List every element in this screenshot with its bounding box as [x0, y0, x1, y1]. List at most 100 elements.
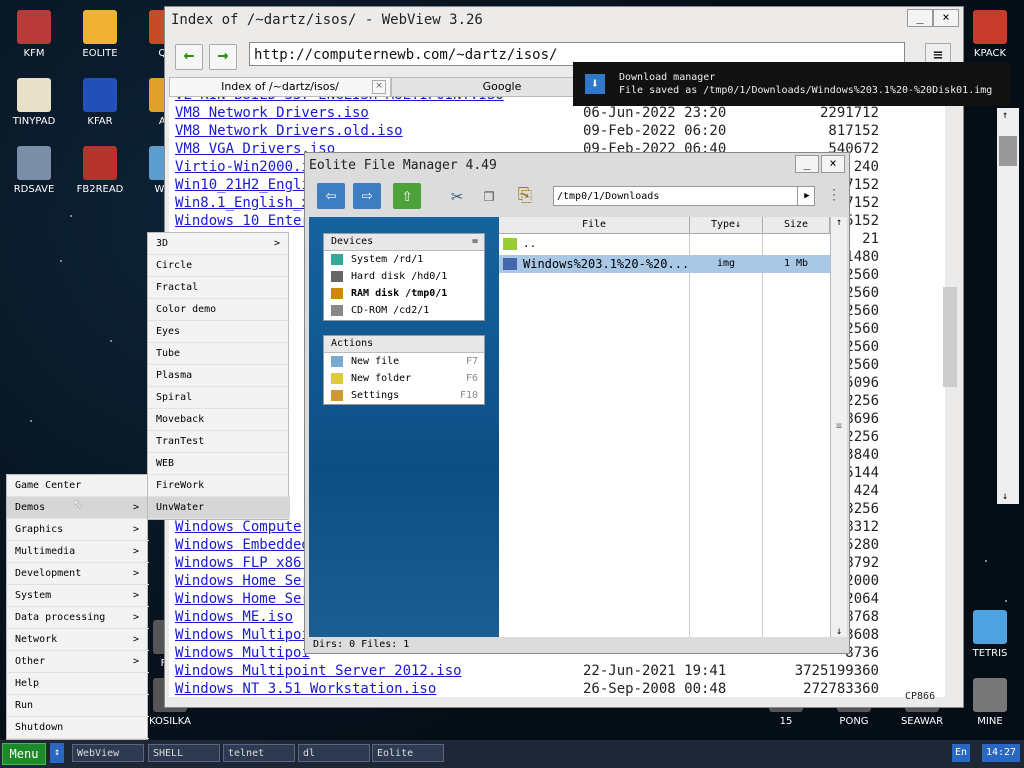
column-file[interactable]: File [499, 217, 690, 234]
file-link[interactable]: Windows Compute [175, 519, 301, 535]
copy-button[interactable]: ❐ [475, 183, 503, 209]
eolite-forward-button[interactable]: ⇨ [353, 183, 381, 209]
taskbar-button[interactable]: WebView [72, 744, 144, 762]
right-scrollbar-thumb[interactable] [999, 136, 1017, 166]
scroll-down-icon[interactable]: ↓ [831, 626, 847, 637]
action-item[interactable]: New file F7 [324, 353, 484, 370]
swap-icon[interactable]: ↕ [50, 743, 64, 763]
action-item[interactable]: New folder F6 [324, 370, 484, 387]
desktop-icon[interactable]: KFAR [66, 78, 134, 127]
collapse-icon[interactable]: = [472, 234, 478, 250]
action-item[interactable]: Settings F10 [324, 387, 484, 404]
download-notification[interactable]: ⬇ Download manager File saved as /tmp0/1… [573, 62, 1011, 106]
more-options-icon[interactable]: ⋮ [827, 187, 841, 203]
cut-button[interactable]: ✂ [443, 183, 471, 209]
desktop-icon[interactable]: TINYPAD [0, 78, 68, 127]
menu-item[interactable]: Tube [148, 343, 290, 365]
menu-item[interactable]: Plasma [148, 365, 290, 387]
menu-button[interactable]: Menu [2, 743, 46, 765]
file-link[interactable]: Windows Home Ser [175, 591, 310, 607]
scroll-down-icon[interactable]: ↓ [1002, 491, 1008, 502]
column-type[interactable]: Type↓ [690, 217, 763, 234]
scroll-up-icon[interactable]: ↑ [1002, 110, 1008, 121]
menu-item[interactable]: Development > [7, 563, 149, 585]
column-size[interactable]: Size [763, 217, 830, 234]
file-link[interactable]: Windows Multipoint Server 2012.iso [175, 663, 462, 679]
desktop-icon[interactable]: TETRIS [956, 610, 1024, 659]
menu-item[interactable]: Run [7, 695, 149, 717]
menu-item[interactable]: Eyes [148, 321, 290, 343]
file-row[interactable]: .. [499, 235, 830, 253]
menu-item[interactable]: Shutdown [7, 717, 149, 739]
right-scrollbar[interactable]: ↑ ↓ [997, 108, 1019, 504]
desktop-icon[interactable]: FB2READ [66, 146, 134, 195]
device-item[interactable]: System /rd/1 [324, 251, 484, 268]
webview-minimize-button[interactable]: _ [907, 9, 933, 27]
desktop-icon[interactable]: MINE [956, 678, 1024, 727]
file-link[interactable]: Windows Multipoi [175, 645, 310, 661]
path-go-icon[interactable]: ▶ [797, 187, 816, 205]
eolite-up-button[interactable]: ⇧ [393, 183, 421, 209]
menu-item[interactable]: Graphics > [7, 519, 149, 541]
eolite-minimize-button[interactable]: _ [795, 155, 819, 173]
webview-scrollbar-thumb[interactable] [943, 287, 957, 387]
file-link[interactable]: Windows NT 3.51 Workstation.iso [175, 681, 436, 697]
file-link[interactable]: Win8.1_English_x [175, 195, 310, 211]
taskbar-button[interactable]: SHELL [148, 744, 220, 762]
encoding-label[interactable]: CP866 [905, 691, 935, 702]
menu-item[interactable]: TranTest [148, 431, 290, 453]
menu-item[interactable]: Data processing > [7, 607, 149, 629]
menu-item[interactable]: Spiral [148, 387, 290, 409]
file-link[interactable]: VM8 Network Drivers.iso [175, 105, 369, 121]
menu-item[interactable]: System > [7, 585, 149, 607]
language-indicator[interactable]: En [952, 744, 970, 762]
menu-item[interactable]: Multimedia > [7, 541, 149, 563]
desktop-icon[interactable]: RDSAVE [0, 146, 68, 195]
eolite-window[interactable]: Eolite File Manager 4.49 _ × ⇦ ⇨ ⇧ ✂ ❐ ⎘… [304, 152, 850, 654]
file-link[interactable]: Windows ME.iso [175, 609, 293, 625]
menu-item[interactable]: Fractal [148, 277, 290, 299]
eolite-close-button[interactable]: × [821, 155, 845, 173]
paste-button[interactable]: ⎘ [511, 183, 539, 209]
file-link[interactable]: Virtio-Win2000.i [175, 159, 310, 175]
taskbar-button[interactable]: telnet [223, 744, 295, 762]
device-item[interactable]: Hard disk /hd0/1 [324, 268, 484, 285]
tab-index[interactable]: Index of /~dartz/isos/ × [169, 77, 391, 97]
scroll-up-icon[interactable]: ↑ [831, 217, 847, 228]
menu-item[interactable]: Moveback [148, 409, 290, 431]
menu-item[interactable]: FireWork [148, 475, 290, 497]
eolite-back-button[interactable]: ⇦ [317, 183, 345, 209]
file-link[interactable]: Windows Multipoi [175, 627, 310, 643]
menu-item[interactable]: WEB [148, 453, 290, 475]
file-link[interactable]: VL KIN BUILD 337 ENGLISH MULTIPOINT.ISO [175, 97, 504, 103]
desktop-icon[interactable]: KFM [0, 10, 68, 59]
file-link[interactable]: Windows FLP x86. [175, 555, 310, 571]
tab-close-icon[interactable]: × [372, 80, 386, 94]
file-link[interactable]: VM8 Network Drivers.old.iso [175, 123, 403, 139]
clock[interactable]: 14:27 [982, 744, 1020, 762]
file-link[interactable]: Windows 10 Enter [175, 213, 310, 229]
device-item[interactable]: RAM disk /tmp0/1 [324, 285, 484, 302]
scroll-grip-icon[interactable]: ≡ [831, 421, 847, 432]
device-item[interactable]: CD-ROM /cd2/1 [324, 302, 484, 319]
forward-button[interactable]: → [209, 44, 237, 70]
file-link[interactable]: Win10_21H2_Engli [175, 177, 310, 193]
back-button[interactable]: ← [175, 44, 203, 70]
desktop-icon[interactable]: KPACK [956, 10, 1024, 59]
file-row[interactable]: Windows%203.1%20-%20... img 1 Mb [499, 255, 830, 273]
menu-item[interactable]: Network > [7, 629, 149, 651]
taskbar-button[interactable]: Eolite [372, 744, 444, 762]
webview-close-button[interactable]: × [933, 9, 959, 27]
file-list-scrollbar[interactable]: ↑ ≡ ↓ [830, 217, 847, 637]
menu-item[interactable]: Color demo [148, 299, 290, 321]
menu-item[interactable]: Other > [7, 651, 149, 673]
menu-item[interactable]: 3D > [148, 233, 290, 255]
menu-item[interactable]: Help [7, 673, 149, 695]
desktop-icon[interactable]: EOLITE [66, 10, 134, 59]
menu-item[interactable]: UnvWater [148, 497, 290, 519]
file-link[interactable]: Windows Home Ser [175, 573, 310, 589]
taskbar-button[interactable]: dl [298, 744, 370, 762]
path-input[interactable]: /tmp0/1/Downloads [553, 186, 815, 206]
menu-item[interactable]: Circle [148, 255, 290, 277]
file-link[interactable]: Windows Embedded [175, 537, 310, 553]
